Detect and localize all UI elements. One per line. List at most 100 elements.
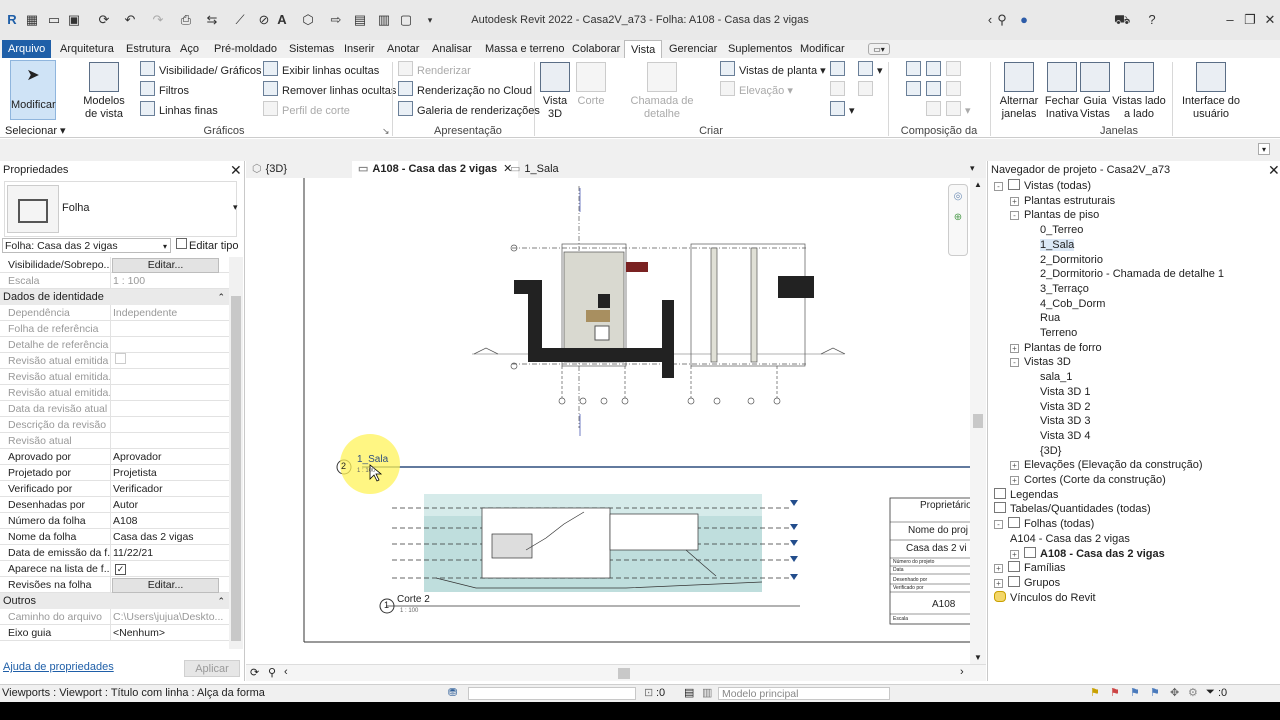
property-row[interactable]: Revisões na folha Editar... — [0, 577, 229, 593]
close-inactive-button[interactable]: Fechar Inativa — [1044, 62, 1080, 121]
expand-toggle-icon[interactable]: + — [1010, 461, 1019, 471]
grid-icon[interactable]: ▦ — [24, 12, 40, 28]
quick-access-icon[interactable]: ▾ — [1258, 143, 1270, 155]
collapse-icon[interactable]: ⌃ — [217, 289, 225, 305]
minimize-icon[interactable]: – — [1222, 12, 1238, 28]
render-gallery-button[interactable]: Galeria de renderizações — [398, 101, 540, 119]
cart-icon[interactable]: ⛟ — [1114, 12, 1130, 28]
ribbon-tab-14[interactable]: Modificar — [794, 40, 851, 58]
properties-help-link[interactable]: Ajuda de propriedades — [3, 661, 114, 673]
revisions-button[interactable] — [906, 81, 925, 99]
browser-item[interactable]: + Grupos — [994, 575, 1060, 591]
dimension-icon[interactable]: ⟋ — [232, 12, 248, 28]
select-by-face-icon[interactable]: ⚑ — [1150, 686, 1160, 699]
scroll-thumb[interactable] — [231, 296, 241, 641]
ribbon-tab-3[interactable]: Aço — [174, 40, 205, 58]
drag-elements-icon[interactable]: ✥ — [1170, 686, 1179, 699]
property-value[interactable]: A108 — [112, 513, 223, 529]
property-value[interactable]: Casa das 2 vigas — [112, 529, 223, 545]
ribbon-tab-5[interactable]: Sistemas — [283, 40, 340, 58]
print-icon[interactable]: ⎙ — [178, 12, 194, 28]
property-row[interactable]: Projetado por Projetista — [0, 465, 229, 481]
design-option-combo[interactable]: Modelo principal — [718, 687, 890, 700]
viewport-1-title[interactable]: Corte 2 — [397, 594, 430, 605]
ribbon-tab-0[interactable]: Arquivo — [2, 40, 52, 58]
undo-icon[interactable]: ↶ — [122, 12, 138, 28]
select-underlay-icon[interactable]: ⚑ — [1110, 686, 1120, 699]
measure-icon[interactable]: ⇆ — [204, 12, 220, 28]
tab-list-icon[interactable]: ▾ — [970, 163, 975, 174]
hscroll-thumb[interactable] — [618, 668, 630, 679]
browser-item[interactable]: Vista 3D 2 — [1028, 400, 1091, 415]
location-icon[interactable]: ⚲ — [268, 666, 276, 679]
user-icon[interactable]: ● — [1016, 12, 1032, 28]
matchline-button[interactable] — [946, 81, 965, 99]
browser-item[interactable]: Vista 3D 1 — [1028, 385, 1091, 400]
property-value[interactable]: 1 : 100 — [112, 273, 223, 289]
browser-item[interactable]: + Plantas de forro — [1010, 341, 1102, 356]
browser-item[interactable]: Legendas — [994, 487, 1058, 503]
property-row[interactable]: Caminho do arquivo C:\Users\jujua\Deskto.… — [0, 609, 229, 625]
browser-item[interactable]: - Folhas (todas) — [994, 517, 1094, 532]
property-value[interactable]: Projetista — [112, 465, 223, 481]
browser-item[interactable]: 1_Sala — [1028, 238, 1075, 253]
browser-item[interactable]: Tabelas/Quantidades (todas) — [994, 502, 1151, 517]
type-dropdown-icon[interactable]: ▾ — [233, 202, 238, 213]
background-process-icon[interactable]: ⚙ — [1188, 686, 1198, 699]
browser-item[interactable]: 2_Dormitorio — [1028, 253, 1103, 268]
browser-item[interactable]: + Cortes (Corte da construção) — [1010, 473, 1166, 488]
design-option-icon[interactable]: ▥ — [702, 686, 712, 699]
elevation-dropdown[interactable]: Elevação ▾ — [720, 81, 793, 99]
expand-toggle-icon[interactable]: + — [994, 578, 1003, 588]
property-value[interactable] — [112, 337, 223, 353]
select-dropdown[interactable]: Selecionar ▾ — [5, 124, 66, 137]
edit-type-button[interactable]: Editar tipo — [176, 238, 239, 254]
edit-button[interactable]: Editar... — [112, 258, 219, 273]
open-icon[interactable]: ▭ — [46, 12, 62, 28]
property-row[interactable]: Número da folha A108 — [0, 513, 229, 529]
legends-button[interactable] — [830, 81, 849, 99]
browser-item[interactable]: - Vistas 3D — [1010, 355, 1071, 370]
property-row[interactable]: Eixo guia <Nenhum> — [0, 625, 229, 641]
browser-item[interactable]: Terreno — [1028, 326, 1077, 341]
collapse-icon[interactable]: ⌃ — [217, 593, 225, 609]
browser-item[interactable]: + Plantas estruturais — [1010, 194, 1115, 209]
property-row[interactable]: Aparece na lista de f... ✓ — [0, 561, 229, 577]
browser-item[interactable]: - Plantas de piso — [1010, 208, 1099, 223]
property-row[interactable]: Aprovado por Aprovador — [0, 449, 229, 465]
text-icon[interactable]: A — [274, 12, 290, 28]
filters-button[interactable]: Filtros — [140, 81, 189, 99]
select-links-icon[interactable]: ⚑ — [1090, 686, 1100, 699]
type-selector[interactable]: Folha ▾ — [4, 181, 238, 237]
property-value[interactable]: <Nenhum> — [112, 625, 223, 641]
apply-button[interactable]: Aplicar — [184, 660, 240, 677]
graphics-dialog-launcher[interactable]: ↘ — [382, 126, 390, 137]
switch-windows-button[interactable]: Alternar janelas — [996, 62, 1042, 121]
property-row[interactable]: Verificado por Verificador — [0, 481, 229, 497]
ribbon-tab-12[interactable]: Gerenciar — [663, 40, 723, 58]
expand-toggle-icon[interactable]: + — [1010, 196, 1019, 206]
ribbon-tab-4[interactable]: Pré-moldado — [208, 40, 283, 58]
expand-toggle-icon[interactable]: + — [994, 564, 1003, 574]
edit-button[interactable]: Editar... — [112, 578, 219, 593]
thin-lines-icon[interactable]: ▤ — [352, 12, 368, 28]
worksets-icon[interactable]: ⛃ — [448, 686, 457, 699]
property-value[interactable] — [112, 417, 223, 433]
property-row[interactable]: Folha de referência — [0, 321, 229, 337]
help-icon[interactable]: ? — [1144, 12, 1160, 28]
browser-item[interactable]: 4_Cob_Dorm — [1028, 297, 1105, 312]
ribbon-tab-1[interactable]: Arquitetura — [54, 40, 120, 58]
tab-1-sala[interactable]: ▭ 1_Sala — [504, 161, 565, 178]
3d-view-button[interactable]: Vista 3D — [540, 62, 570, 121]
revit-logo-icon[interactable]: R — [4, 12, 20, 28]
browser-item[interactable]: {3D} — [1028, 444, 1061, 459]
property-value[interactable]: Aprovador — [112, 449, 223, 465]
section-button[interactable]: Corte — [574, 62, 608, 108]
properties-close-icon[interactable]: ✕ — [230, 162, 242, 178]
select-pinned-icon[interactable]: ⚑ — [1130, 686, 1140, 699]
viewports-dropdown[interactable]: ▾ — [946, 101, 971, 119]
property-value[interactable] — [112, 321, 223, 337]
duplicate-view-dropdown[interactable]: ▾ — [858, 61, 883, 79]
expand-toggle-icon[interactable]: - — [1010, 211, 1019, 221]
group-identity[interactable]: Dados de identidade ⌃ — [0, 289, 229, 305]
